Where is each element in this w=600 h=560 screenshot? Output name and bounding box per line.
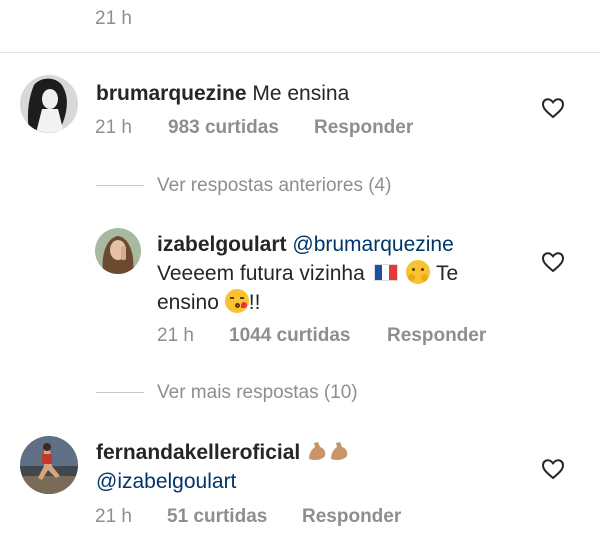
kissing-face-emoji <box>224 289 249 313</box>
thread-line <box>96 185 144 186</box>
comment: fernandakelleroficial @izabelgoulart <box>96 438 350 496</box>
heart-outline-icon[interactable] <box>541 458 565 480</box>
avatar[interactable] <box>95 228 141 274</box>
comment-time: 21 h <box>95 117 132 138</box>
comment-text: Te <box>435 262 459 285</box>
username[interactable]: brumarquezine <box>96 82 247 105</box>
reply-button[interactable]: Responder <box>314 117 413 139</box>
reply-comment: izabelgoulart @brumarquezine Veeeem futu… <box>157 230 527 317</box>
mention-link[interactable]: @izabelgoulart <box>96 470 236 493</box>
likes-count[interactable]: 983 curtidas <box>168 117 279 139</box>
flexed-biceps-emoji <box>328 439 350 463</box>
reply-button[interactable]: Responder <box>387 325 486 347</box>
comment-text: ensino <box>157 291 219 314</box>
comment-text: !! <box>248 291 261 314</box>
heart-outline-icon[interactable] <box>541 251 565 273</box>
likes-count[interactable]: 1044 curtidas <box>229 325 350 347</box>
comment-text: Veeeem futura vizinha <box>157 262 365 285</box>
likes-count[interactable]: 51 curtidas <box>167 506 267 528</box>
comment-time: 21 h <box>95 506 132 527</box>
france-flag-emoji <box>373 264 398 281</box>
previous-comment-time: 21 h <box>95 8 132 29</box>
hugging-face-emoji <box>406 260 431 284</box>
avatar[interactable] <box>20 75 78 133</box>
avatar[interactable] <box>20 436 78 494</box>
mention-link[interactable]: @brumarquezine <box>292 233 453 256</box>
comment-time: 21 h <box>157 325 194 346</box>
thread-line <box>96 392 144 393</box>
reply-button[interactable]: Responder <box>302 506 401 528</box>
divider <box>0 52 600 53</box>
heart-outline-icon[interactable] <box>541 97 565 119</box>
username[interactable]: fernandakelleroficial <box>96 441 300 464</box>
flexed-biceps-emoji <box>306 439 328 463</box>
username[interactable]: izabelgoulart <box>157 233 287 256</box>
view-more-replies[interactable]: Ver mais respostas (10) <box>157 382 358 404</box>
comment-text: Me ensina <box>252 82 350 105</box>
view-previous-replies[interactable]: Ver respostas anteriores (4) <box>157 175 391 197</box>
comment: brumarquezine Me ensina <box>96 79 349 108</box>
